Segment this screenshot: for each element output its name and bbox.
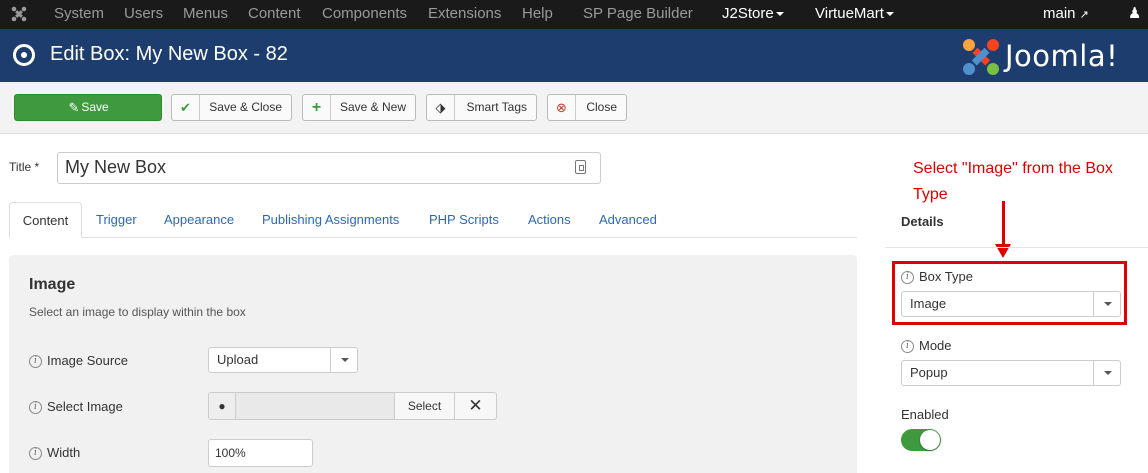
- joomla-logo-icon: [963, 39, 999, 75]
- menu-content[interactable]: Content: [248, 0, 301, 29]
- joomla-logo-text: Joomla!: [1005, 39, 1119, 73]
- user-profile-icon[interactable]: ♟: [1128, 0, 1141, 29]
- chevron-down-icon: [330, 348, 357, 372]
- menu-sp-page-builder[interactable]: SP Page Builder: [583, 0, 693, 29]
- image-source-label-text: Image Source: [47, 353, 128, 368]
- mode-select[interactable]: Popup: [901, 360, 1121, 386]
- details-heading: Details: [901, 214, 944, 229]
- admin-top-nav: System Users Menus Content Components Ex…: [0, 0, 1148, 29]
- enabled-toggle[interactable]: [901, 429, 941, 451]
- menu-j2store-label: J2Store: [722, 5, 774, 22]
- image-source-label: i Image Source: [29, 353, 128, 369]
- panel-title: Image: [29, 276, 76, 293]
- menu-virtuemart-label: VirtueMart: [815, 5, 884, 22]
- panel-description: Select an image to display within the bo…: [29, 305, 246, 319]
- joomla-logo: Joomla!: [961, 37, 1141, 77]
- save-new-label: Save & New: [339, 100, 406, 114]
- chevron-down-icon: [885, 12, 894, 17]
- save-close-button[interactable]: ✔ Save & Close: [171, 94, 292, 121]
- mode-value: Popup: [910, 365, 948, 380]
- edit-box-icon: [13, 44, 35, 66]
- image-source-value: Upload: [217, 352, 259, 367]
- instruction-annotation: Select "Image" from the Box Type: [913, 160, 1113, 203]
- eye-icon[interactable]: ●: [208, 392, 236, 420]
- mode-label-text: Mode: [919, 338, 952, 353]
- title-label: Title *: [9, 160, 40, 174]
- close-button[interactable]: ⊗ Close: [547, 94, 627, 121]
- chevron-down-icon: [1093, 292, 1120, 316]
- page-title: Edit Box: My New Box - 82: [50, 43, 288, 65]
- select-image-label: i Select Image: [29, 399, 123, 415]
- smart-tags-label: Smart Tags: [466, 100, 527, 114]
- width-input[interactable]: 100%: [208, 439, 313, 467]
- width-label-text: Width: [47, 445, 81, 460]
- tab-content[interactable]: Content: [9, 202, 82, 238]
- box-type-select[interactable]: Image: [901, 291, 1121, 317]
- info-icon[interactable]: i: [901, 340, 914, 354]
- tab-advanced[interactable]: Advanced: [599, 202, 657, 238]
- field-lock-icon[interactable]: [575, 160, 586, 174]
- box-type-value: Image: [910, 296, 947, 311]
- menu-components[interactable]: Components: [322, 0, 407, 29]
- page-header: Edit Box: My New Box - 82 Joomla!: [0, 29, 1148, 82]
- close-label: Close: [586, 100, 617, 114]
- chevron-down-icon: [775, 12, 784, 17]
- enabled-label: Enabled: [901, 407, 949, 422]
- menu-help[interactable]: Help: [522, 0, 553, 29]
- menu-system[interactable]: System: [54, 0, 104, 29]
- save-button[interactable]: ✎ Save: [14, 94, 162, 121]
- image-settings-panel: Image Select an image to display within …: [9, 255, 857, 473]
- select-image-button[interactable]: Select: [394, 392, 455, 420]
- tab-appearance[interactable]: Appearance: [164, 202, 234, 238]
- save-new-button[interactable]: + Save & New: [302, 94, 416, 121]
- tab-bar: Content Trigger Appearance Publishing As…: [9, 202, 857, 238]
- image-source-select[interactable]: Upload: [208, 347, 358, 373]
- chevron-down-icon: [1093, 361, 1120, 385]
- close-circle-icon: ⊗: [548, 95, 576, 120]
- menu-users[interactable]: Users: [124, 0, 163, 29]
- tab-trigger[interactable]: Trigger: [96, 202, 137, 238]
- info-icon[interactable]: i: [29, 447, 42, 461]
- select-image-label-text: Select Image: [47, 399, 123, 414]
- media-field: ● Select ✕: [208, 392, 498, 420]
- menu-virtuemart[interactable]: VirtueMart: [815, 0, 894, 29]
- tab-publishing-assignments[interactable]: Publishing Assignments: [262, 202, 399, 238]
- info-icon[interactable]: i: [29, 355, 42, 369]
- menu-extensions[interactable]: Extensions: [428, 0, 501, 29]
- plus-icon: +: [303, 95, 331, 120]
- save-button-label: Save: [81, 100, 109, 114]
- width-label: i Width: [29, 445, 81, 461]
- toolbar: ✎ Save ✔ Save & Close + Save & New ⬗ Sma…: [0, 82, 1148, 134]
- box-type-label: i Box Type: [901, 269, 973, 285]
- tag-icon: ⬗: [427, 95, 455, 120]
- tab-php-scripts[interactable]: PHP Scripts: [429, 202, 499, 238]
- divider: [885, 247, 1148, 248]
- menu-menus[interactable]: Menus: [183, 0, 228, 29]
- user-name: main: [1043, 5, 1076, 22]
- clear-image-icon[interactable]: ✕: [455, 392, 497, 420]
- info-icon[interactable]: i: [901, 271, 914, 285]
- box-type-label-text: Box Type: [919, 269, 973, 284]
- external-link-icon: ↗: [1079, 9, 1089, 21]
- title-input[interactable]: My New Box: [57, 152, 601, 184]
- menu-j2store[interactable]: J2Store: [722, 0, 784, 29]
- user-menu-main[interactable]: main ↗: [1043, 0, 1089, 29]
- save-close-label: Save & Close: [209, 100, 282, 114]
- joomla-menu-icon[interactable]: [10, 5, 28, 23]
- mode-label: i Mode: [901, 338, 952, 354]
- smart-tags-button[interactable]: ⬗ Smart Tags: [426, 94, 537, 121]
- tab-actions[interactable]: Actions: [528, 202, 571, 238]
- checkmark-icon: ✔: [172, 95, 200, 120]
- image-path-input[interactable]: [236, 392, 394, 420]
- info-icon[interactable]: i: [29, 401, 42, 415]
